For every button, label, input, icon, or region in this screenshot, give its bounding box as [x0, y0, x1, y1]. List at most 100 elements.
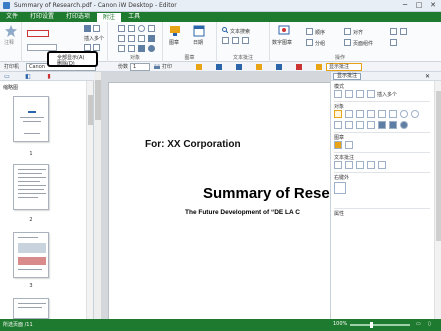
line-tool-icon[interactable]	[118, 45, 125, 52]
tab-print-options[interactable]: 打印选项	[60, 12, 96, 22]
flip-icon[interactable]	[400, 28, 407, 35]
zoom-tool-icon[interactable]	[356, 90, 364, 98]
text-annot-icon-4[interactable]	[367, 161, 375, 169]
pages-tab-icon[interactable]: ▭	[3, 73, 11, 80]
text-annot-icon-2[interactable]	[345, 161, 353, 169]
line-icon[interactable]	[93, 44, 100, 51]
copies-input[interactable]: 1	[130, 63, 150, 71]
tab-file[interactable]: 文件	[0, 12, 24, 22]
highlight-icon[interactable]	[196, 64, 202, 70]
date-icon[interactable]	[193, 25, 205, 37]
show-annotations-button[interactable]: 显示批注	[326, 63, 362, 71]
filled-rect-icon[interactable]	[148, 35, 155, 42]
marker-object-icon[interactable]	[345, 121, 353, 129]
document-page[interactable]: For: XX Corporation Summary of Rese The …	[108, 82, 330, 319]
tab-annotation[interactable]: 附注	[96, 12, 123, 22]
align-objects-icon[interactable]	[344, 28, 351, 35]
text-edit-icon[interactable]	[232, 37, 239, 44]
filled-square-object-icon[interactable]	[389, 121, 397, 129]
color-swatch[interactable]	[27, 30, 49, 37]
bookmark-tab-icon[interactable]: ▮	[45, 73, 53, 80]
arrow-icon[interactable]	[84, 44, 91, 51]
digital-stamp-icon[interactable]	[278, 25, 290, 37]
tab-tools[interactable]: 工具	[122, 12, 146, 22]
delete-menu-item[interactable]: 删除(D)	[57, 60, 75, 67]
date-object-icon[interactable]	[345, 141, 353, 149]
rectangle-icon[interactable]	[128, 25, 135, 32]
pen-object-icon[interactable]	[334, 121, 342, 129]
show-annotations-tab[interactable]: 显示批注	[333, 73, 362, 80]
hand-tool-icon[interactable]	[345, 90, 353, 98]
format-dropdown[interactable]	[27, 44, 57, 51]
paste-icon[interactable]	[390, 39, 397, 46]
text-note-icon[interactable]	[222, 37, 229, 44]
canvas-scroll-thumb[interactable]	[95, 80, 101, 120]
group-button[interactable]: 分组	[315, 40, 325, 47]
zoom-slider[interactable]	[350, 322, 410, 328]
figure-button[interactable]: 图章	[169, 39, 179, 46]
text-box-icon[interactable]	[118, 25, 125, 32]
text-search-button[interactable]: 文本搜索	[230, 28, 250, 35]
rect-object-icon[interactable]	[345, 110, 353, 118]
printer-icon[interactable]	[154, 64, 160, 70]
tab-print-settings[interactable]: 打印设置	[24, 12, 60, 22]
circle-icon[interactable]	[138, 25, 145, 32]
text-search-icon[interactable]	[222, 27, 228, 33]
arrow-object-icon[interactable]	[378, 110, 386, 118]
ellipse-object-icon[interactable]	[400, 110, 408, 118]
stamp-object-icon[interactable]	[334, 141, 342, 149]
close-button[interactable]: ✕	[427, 1, 439, 10]
text-align-icon[interactable]	[93, 25, 100, 32]
save-icon[interactable]	[256, 64, 262, 70]
group-icon[interactable]	[306, 39, 313, 46]
minimize-button[interactable]: ─	[399, 1, 411, 10]
page-parts-button[interactable]: 页面组件	[353, 40, 373, 47]
export-icon[interactable]	[276, 64, 282, 70]
freeform-object-icon[interactable]	[367, 121, 375, 129]
stamp-icon[interactable]	[169, 25, 181, 37]
panel-close-icon[interactable]: ✕	[425, 73, 430, 80]
text-annot-icon-5[interactable]	[378, 161, 386, 169]
pen-icon[interactable]	[118, 35, 125, 42]
text-format-icon[interactable]	[242, 37, 249, 44]
circle2-object-icon[interactable]	[411, 110, 419, 118]
filled-circle-icon[interactable]	[148, 45, 155, 52]
page-thumbnail-3[interactable]	[13, 232, 49, 278]
filled-circle-object-icon[interactable]	[400, 121, 408, 129]
zoom-slider-knob[interactable]	[370, 322, 373, 328]
fill-icon[interactable]	[138, 45, 145, 52]
stamp-quick-icon[interactable]	[316, 64, 322, 70]
document-canvas[interactable]: For: XX Corporation Summary of Rese The …	[94, 72, 330, 319]
canvas-scrollbar[interactable]	[94, 72, 102, 319]
circle-object-icon[interactable]	[356, 110, 364, 118]
digital-stamp-button[interactable]: 数字图章	[272, 39, 292, 46]
digital-stamp-object-icon[interactable]	[334, 182, 346, 194]
undo-icon[interactable]	[216, 64, 222, 70]
insert-multi-label[interactable]: 插入多个	[84, 35, 104, 42]
insert-multi-label-right[interactable]: 插入多个	[377, 91, 397, 98]
polygon-object-icon[interactable]	[389, 110, 397, 118]
order-button[interactable]: 顺序	[315, 29, 325, 36]
order-icon[interactable]	[306, 28, 313, 35]
fit-page-icon[interactable]: ▭	[416, 321, 421, 327]
properties-scroll-thumb[interactable]	[436, 91, 441, 241]
properties-scrollbar[interactable]	[434, 81, 441, 319]
text-object-icon[interactable]	[334, 110, 342, 118]
align-button[interactable]: 对齐	[353, 29, 363, 36]
thumbnail-scroll-thumb[interactable]	[88, 95, 93, 125]
date-button[interactable]: 日期	[193, 39, 203, 46]
text-annot-icon-1[interactable]	[334, 161, 342, 169]
insert-multi-icon[interactable]	[367, 90, 375, 98]
filled-rect-object-icon[interactable]	[378, 121, 386, 129]
fit-width-icon[interactable]: ▯	[428, 321, 431, 327]
highlighter-icon[interactable]	[128, 35, 135, 42]
maximize-button[interactable]: □	[413, 1, 425, 10]
arrow-tool-icon[interactable]	[128, 45, 135, 52]
page-thumbnail-2[interactable]	[13, 164, 49, 210]
polyline-icon[interactable]	[138, 35, 145, 42]
delete-icon[interactable]	[296, 64, 302, 70]
thumbnail-scrollbar[interactable]	[86, 81, 93, 319]
star-icon[interactable]	[5, 25, 17, 37]
copy-icon[interactable]	[390, 28, 397, 35]
polygon-icon[interactable]	[148, 25, 155, 32]
